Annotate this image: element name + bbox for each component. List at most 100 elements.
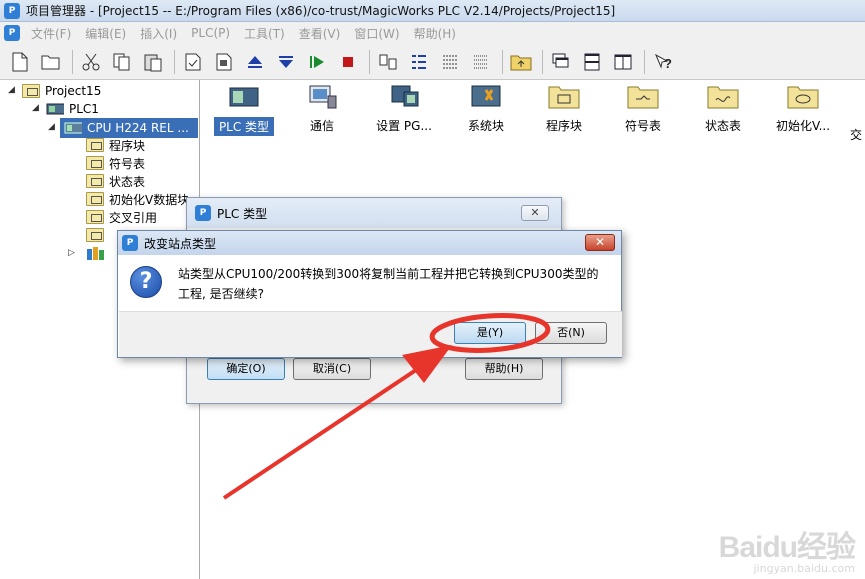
open-folder-icon[interactable] <box>39 50 63 74</box>
menu-tools[interactable]: 工具(T) <box>237 25 292 42</box>
paste-icon[interactable] <box>141 50 165 74</box>
watermark-logo: Baidu经验 <box>718 531 856 564</box>
tree-item-system-block[interactable] <box>86 226 109 244</box>
yes-button[interactable]: 是(Y) <box>454 322 526 344</box>
details-icon[interactable] <box>438 50 462 74</box>
plc-type-close-button[interactable]: ✕ <box>521 205 549 221</box>
tree-item-cross-reference[interactable]: 交叉引用 <box>86 208 157 226</box>
tile-vertical-icon[interactable] <box>611 50 635 74</box>
block-label: 符号表 <box>624 119 661 133</box>
dialog-app-icon: P <box>122 235 138 251</box>
block-init-v-data[interactable]: 初始化V... <box>766 84 840 134</box>
menu-view[interactable]: 查看(V) <box>292 25 348 42</box>
cut-icon[interactable] <box>79 50 103 74</box>
collapse-arrow-icon[interactable]: ◢ <box>8 85 15 95</box>
program-block-folder-icon <box>86 138 104 152</box>
tree-item-cpu[interactable]: CPU H224 REL ... <box>60 118 198 138</box>
no-button[interactable]: 否(N) <box>535 322 607 344</box>
download-icon[interactable] <box>212 50 236 74</box>
block-system[interactable]: 系统块 <box>449 84 523 134</box>
upload-icon[interactable] <box>243 50 267 74</box>
title-bar: P 项目管理器 - [Project15 -- E:/Program Files… <box>0 0 865 22</box>
arrow-down-icon[interactable] <box>274 50 298 74</box>
cascade-icon[interactable] <box>549 50 573 74</box>
change-station-close-button[interactable]: ✕ <box>585 234 615 251</box>
dialog-app-icon: P <box>195 205 211 221</box>
cancel-button[interactable]: 取消(C) <box>293 358 371 380</box>
tree-item-library[interactable] <box>86 244 109 262</box>
help-icon[interactable]: ? <box>651 50 675 74</box>
ok-button[interactable]: 确定(O) <box>207 358 285 380</box>
status-table-folder-icon <box>86 174 104 188</box>
block-communication[interactable]: 通信 <box>285 84 359 134</box>
block-set-pg[interactable]: 设置 PG... <box>367 84 441 134</box>
tree-item-label: 初始化V数据块 <box>109 192 190 207</box>
block-label: 交 <box>849 128 862 142</box>
folder-up-icon[interactable] <box>509 50 533 74</box>
toolbar-separator <box>542 49 543 74</box>
toolbar-separator <box>502 49 503 74</box>
toolbar-separator <box>174 49 175 74</box>
tree-item-label: 程序块 <box>109 138 146 153</box>
list-icon[interactable] <box>407 50 431 74</box>
block-label: PLC 类型 <box>213 117 275 136</box>
stop-icon[interactable] <box>336 50 360 74</box>
menu-insert[interactable]: 插入(I) <box>133 25 184 42</box>
communication-icon <box>309 85 337 109</box>
plc-type-icon <box>229 87 259 107</box>
tree-item-label: CPU H224 REL ... <box>87 121 189 135</box>
expand-arrow-icon[interactable]: ▷ <box>68 248 75 258</box>
grid-icon[interactable] <box>469 50 493 74</box>
help-button[interactable]: 帮助(H) <box>465 358 543 380</box>
run-icon[interactable] <box>305 50 329 74</box>
symbol-table-icon <box>627 86 659 109</box>
block-label: 状态表 <box>704 119 741 133</box>
tree-item-init-v-data[interactable]: 初始化V数据块 <box>86 190 189 208</box>
menu-plc[interactable]: PLC(P) <box>184 26 237 40</box>
status-table-icon <box>707 86 739 109</box>
copy-icon[interactable] <box>110 50 134 74</box>
set-pg-interface-icon <box>391 85 419 107</box>
block-symbol-table[interactable]: 符号表 <box>606 84 680 134</box>
check-icon[interactable] <box>181 50 205 74</box>
compare-icon[interactable] <box>376 50 400 74</box>
tree-item-symbol-table[interactable]: 符号表 <box>86 154 145 172</box>
tree-item-project[interactable]: Project15 <box>22 82 101 100</box>
tile-horizontal-icon[interactable] <box>580 50 604 74</box>
menu-file[interactable]: 文件(F) <box>24 25 78 42</box>
program-block-icon <box>548 86 580 109</box>
menu-edit[interactable]: 编辑(E) <box>78 25 133 42</box>
block-status-table[interactable]: 状态表 <box>686 84 760 134</box>
block-label: 通信 <box>309 119 334 133</box>
block-plc-type[interactable]: PLC 类型 <box>207 84 281 136</box>
new-file-icon[interactable] <box>8 50 32 74</box>
dialog-title: PLC 类型 <box>217 206 268 221</box>
dialog-message: 站类型从CPU100/200转换到300将复制当前工程并把它转换到CPU300类… <box>178 267 599 301</box>
menu-bar: P 文件(F) 编辑(E) 插入(I) PLC(P) 工具(T) 查看(V) 窗… <box>0 22 865 44</box>
cpu-icon <box>64 122 82 134</box>
tree-item-plc[interactable]: PLC1 <box>46 100 99 118</box>
block-label: 初始化V... <box>775 119 831 133</box>
block-program[interactable]: 程序块 <box>527 84 601 134</box>
tree-item-program-block[interactable]: 程序块 <box>86 136 145 154</box>
menu-help[interactable]: 帮助(H) <box>407 25 463 42</box>
cross-reference-folder-icon <box>86 210 104 224</box>
toolbar-separator <box>72 49 73 74</box>
plc-station-icon <box>46 103 64 115</box>
toolbar-separator <box>369 49 370 74</box>
tree-item-status-table[interactable]: 状态表 <box>86 172 145 190</box>
block-cross-ref[interactable]: 交 <box>841 84 865 143</box>
menu-app-logo-icon[interactable]: P <box>4 25 20 41</box>
menu-window[interactable]: 窗口(W) <box>347 25 406 42</box>
plc-type-dialog-titlebar: P PLC 类型 <box>187 198 561 228</box>
collapse-arrow-icon[interactable]: ◢ <box>32 103 39 113</box>
symbol-table-folder-icon <box>86 156 104 170</box>
library-icon <box>87 247 104 260</box>
init-data-icon <box>787 86 819 109</box>
change-station-dialog-titlebar: P 改变站点类型 <box>118 231 621 255</box>
system-block-icon <box>471 85 501 107</box>
app-logo-icon: P <box>4 2 20 19</box>
system-block-folder-icon <box>86 228 104 242</box>
collapse-arrow-icon[interactable]: ◢ <box>48 122 55 132</box>
init-data-folder-icon <box>86 192 104 206</box>
